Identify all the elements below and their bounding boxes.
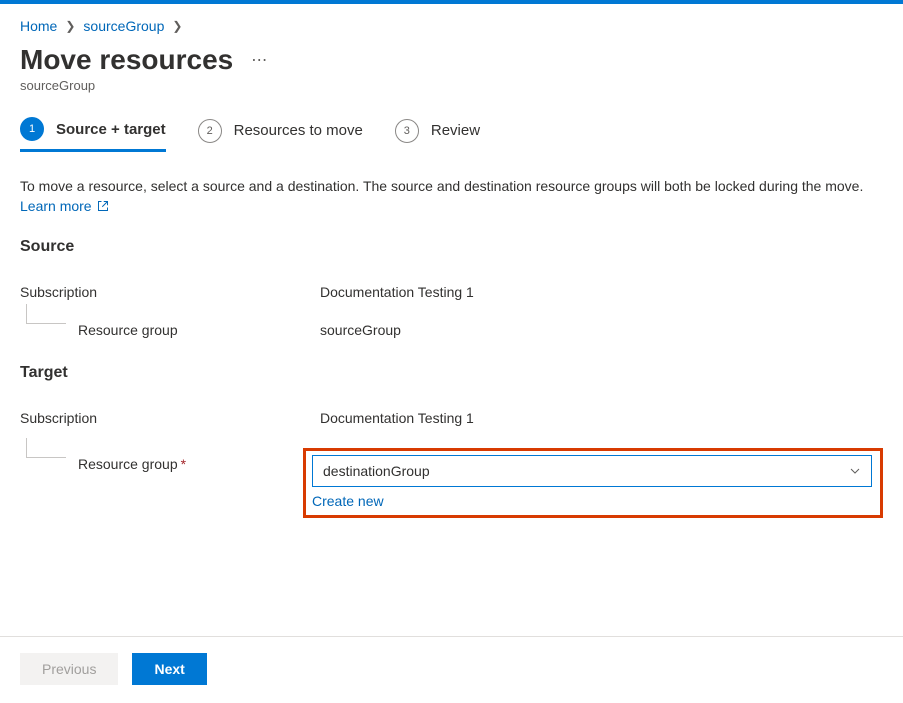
previous-button[interactable]: Previous (20, 653, 118, 685)
wizard-footer: Previous Next (0, 636, 903, 701)
target-subscription-value: Documentation Testing 1 (320, 410, 883, 426)
dropdown-selected-value: destinationGroup (323, 463, 430, 479)
required-indicator: * (181, 456, 186, 472)
highlight-annotation: destinationGroup Create new (303, 448, 883, 518)
more-actions-icon[interactable]: ⋯ (251, 50, 268, 70)
step-number-badge: 1 (20, 117, 44, 141)
source-rg-label: Resource group (78, 322, 178, 338)
step-source-target[interactable]: 1 Source + target (20, 117, 166, 152)
target-heading: Target (20, 364, 883, 382)
source-heading: Source (20, 238, 883, 256)
chevron-right-icon: ❯ (65, 19, 75, 33)
breadcrumb: Home ❯ sourceGroup ❯ (20, 18, 883, 34)
tree-indent-icon (26, 304, 66, 324)
breadcrumb-sourcegroup[interactable]: sourceGroup (83, 18, 164, 34)
step-label: Review (431, 122, 480, 139)
next-button[interactable]: Next (132, 653, 206, 685)
page-subtitle: sourceGroup (20, 78, 883, 93)
step-review[interactable]: 3 Review (395, 119, 480, 151)
breadcrumb-home[interactable]: Home (20, 18, 57, 34)
source-rg-value: sourceGroup (320, 322, 883, 338)
external-link-icon (97, 200, 109, 212)
chevron-down-icon (849, 465, 861, 477)
wizard-steps: 1 Source + target 2 Resources to move 3 … (20, 117, 883, 152)
target-rg-dropdown[interactable]: destinationGroup (312, 455, 872, 487)
target-subscription-label: Subscription (20, 410, 320, 426)
chevron-right-icon: ❯ (172, 19, 182, 33)
tree-indent-icon (26, 438, 66, 458)
step-number-badge: 3 (395, 119, 419, 143)
step-resources-to-move[interactable]: 2 Resources to move (198, 119, 363, 151)
description-text: To move a resource, select a source and … (20, 176, 883, 216)
source-subscription-value: Documentation Testing 1 (320, 284, 883, 300)
step-number-badge: 2 (198, 119, 222, 143)
learn-more-link[interactable]: Learn more (20, 198, 109, 214)
step-label: Resources to move (234, 122, 363, 139)
source-subscription-label: Subscription (20, 284, 320, 300)
create-new-link[interactable]: Create new (312, 493, 384, 509)
step-label: Source + target (56, 121, 166, 138)
target-rg-label: Resource group (78, 456, 178, 472)
page-title: Move resources (20, 44, 233, 76)
